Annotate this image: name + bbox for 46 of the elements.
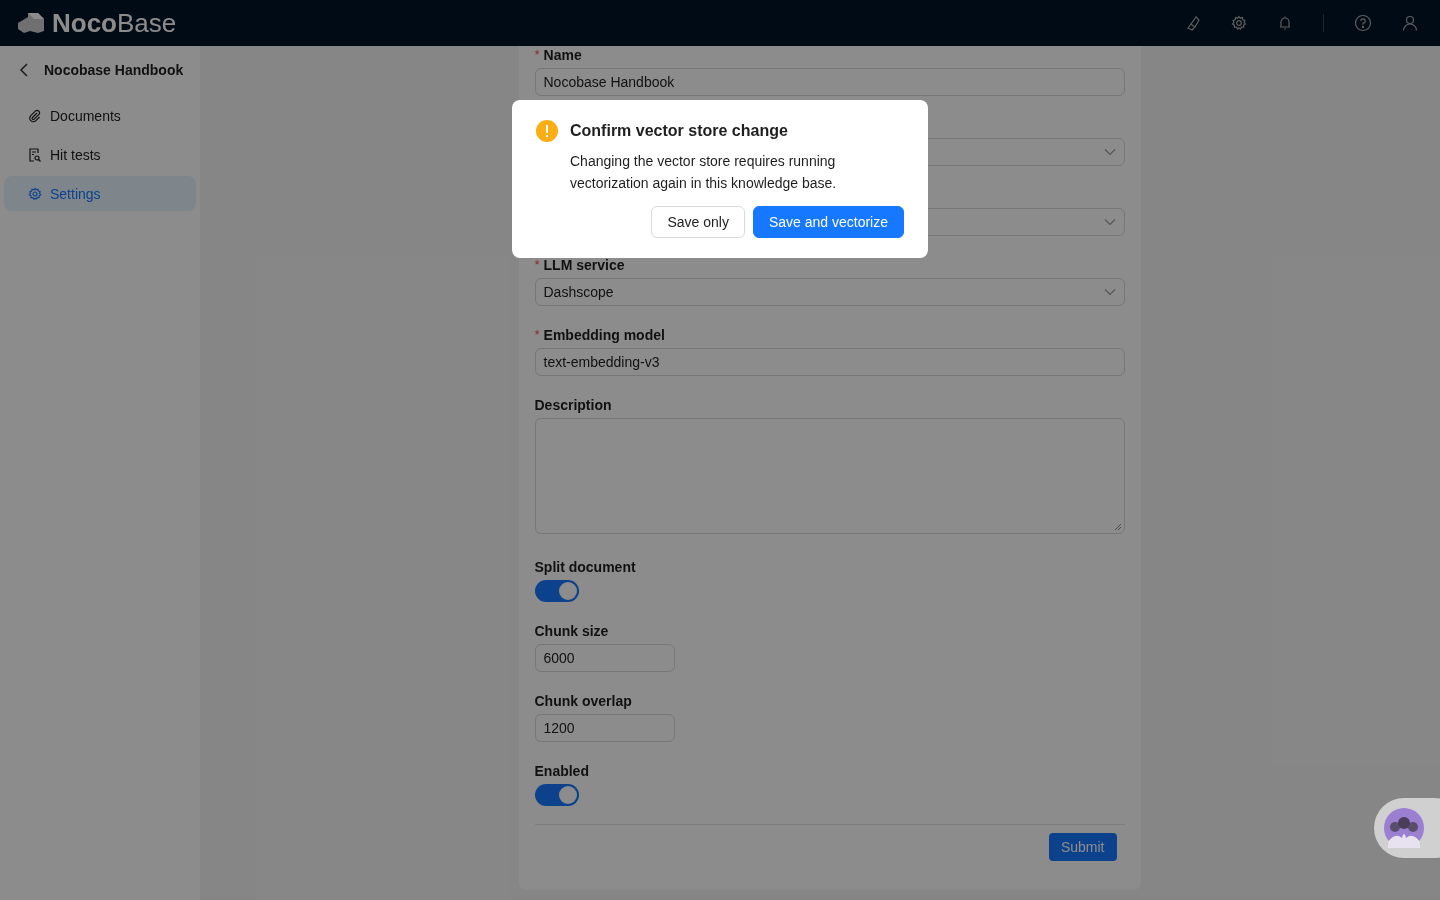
sidebar-title: Nocobase Handbook xyxy=(44,62,184,78)
dialog-title: Confirm vector store change xyxy=(570,122,788,140)
chevron-down-icon xyxy=(1103,148,1116,156)
field-label: Chunk overlap xyxy=(534,692,632,710)
assistant-button[interactable] xyxy=(1374,798,1440,858)
submit-button[interactable]: Submit xyxy=(1048,833,1117,861)
settings-icon[interactable] xyxy=(1231,15,1247,31)
number-field[interactable]: 1200 xyxy=(534,714,675,742)
confirm-button[interactable]: Save and vectorize xyxy=(752,206,904,238)
paperclip-icon xyxy=(28,108,42,123)
user-icon[interactable] xyxy=(1402,15,1418,31)
field-label: Enabled xyxy=(534,762,589,780)
number-field[interactable]: 6000 xyxy=(534,644,675,672)
chevron-down-icon xyxy=(1103,218,1116,226)
toggle-switch[interactable] xyxy=(534,784,579,806)
chevron-down-icon xyxy=(1103,288,1116,296)
settings-icon xyxy=(28,186,42,201)
text-field[interactable]: text-embedding-v3 xyxy=(534,348,1125,376)
field-label: Embedding model xyxy=(543,326,665,344)
help-icon[interactable] xyxy=(1354,14,1372,32)
warning-icon xyxy=(536,120,558,142)
textarea-field[interactable] xyxy=(534,418,1125,534)
bell-icon[interactable] xyxy=(1277,15,1293,31)
logo-text: Noco xyxy=(52,7,117,39)
dialog-message: Changing the vector store requires running vectorization again in this knowledge base. xyxy=(570,152,838,193)
brush-icon[interactable] xyxy=(1185,15,1201,31)
field-label: Name xyxy=(543,46,582,64)
required-mark: * xyxy=(534,256,540,274)
field-label: Chunk size xyxy=(534,622,609,640)
toggle-switch[interactable] xyxy=(534,580,579,602)
logo-text: Base xyxy=(117,7,177,39)
menu-item[interactable]: Hit tests xyxy=(4,137,196,172)
secondary-button[interactable]: Save only xyxy=(651,206,745,238)
resize-handle-icon[interactable] xyxy=(1113,523,1122,531)
select-field[interactable]: Dashscope xyxy=(534,278,1125,306)
back-icon[interactable] xyxy=(18,63,30,77)
field-label: LLM service xyxy=(543,256,625,274)
required-mark: * xyxy=(534,326,540,344)
required-mark: * xyxy=(534,46,540,64)
field-label: Description xyxy=(534,396,612,414)
logo-icon xyxy=(16,11,46,35)
field-label: Split document xyxy=(534,558,636,576)
document-search-icon xyxy=(28,147,42,162)
text-field[interactable]: Nocobase Handbook xyxy=(534,68,1125,96)
menu-item[interactable]: Documents xyxy=(4,98,196,133)
avatar-icon xyxy=(1384,808,1424,848)
